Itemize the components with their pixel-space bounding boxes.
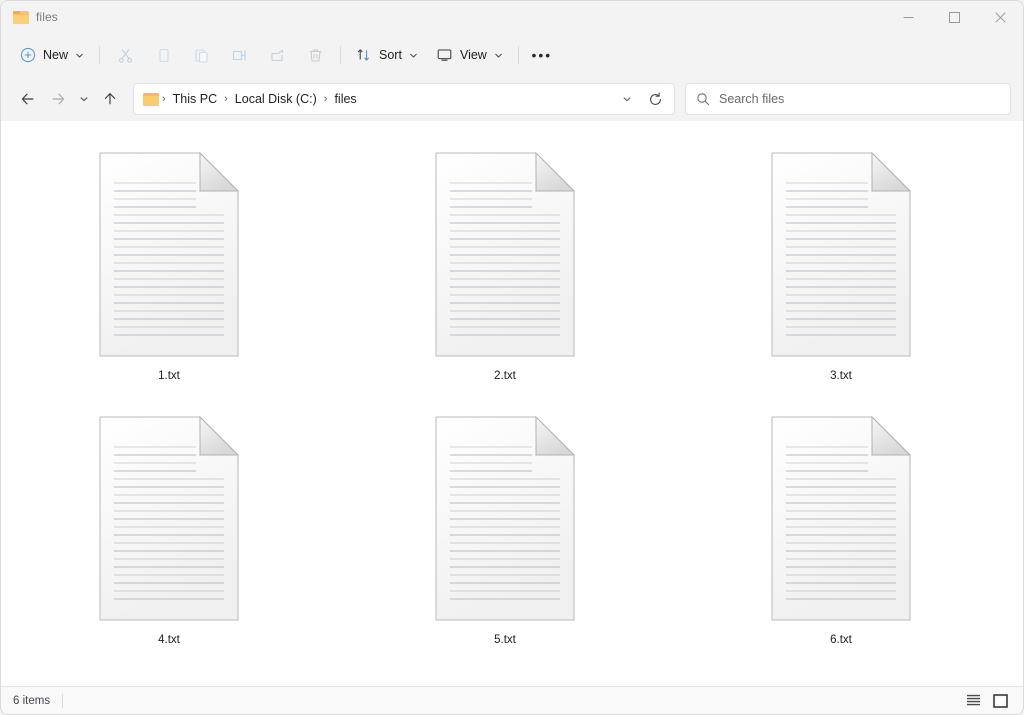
view-toggles	[962, 691, 1011, 711]
sort-button-label: Sort	[379, 48, 402, 62]
file-item[interactable]: 2.txt	[337, 139, 673, 403]
file-name-label: 6.txt	[830, 634, 852, 646]
view-button[interactable]: View	[427, 39, 512, 71]
search-icon	[697, 93, 710, 106]
folder-icon	[143, 92, 159, 106]
title-bar: files	[1, 1, 1023, 33]
file-list-area[interactable]: 1.txt 2.txt 3.txt 4.txt 5.txt 6.txt	[1, 121, 1023, 686]
file-name-label: 2.txt	[494, 370, 516, 382]
arrow-right-icon	[52, 93, 65, 105]
command-toolbar: New Sort View •••	[1, 33, 1023, 77]
folder-icon	[13, 10, 29, 24]
rename-button[interactable]	[220, 39, 258, 71]
file-grid: 1.txt 2.txt 3.txt 4.txt 5.txt 6.txt	[1, 121, 1023, 667]
arrow-left-icon	[21, 93, 34, 105]
file-icon-wrap	[426, 411, 584, 626]
text-file-icon	[771, 151, 912, 357]
file-icon-wrap	[426, 147, 584, 362]
close-button[interactable]	[977, 1, 1023, 33]
new-button-label: New	[43, 48, 69, 62]
list-details-icon	[966, 694, 980, 706]
view-button-label: View	[459, 48, 487, 62]
search-box[interactable]: Search files	[685, 83, 1011, 115]
see-more-button[interactable]: •••	[525, 39, 559, 71]
breadcrumb-separator: ›	[162, 93, 166, 105]
text-file-icon	[435, 151, 576, 357]
toolbar-divider	[99, 46, 101, 64]
cut-button[interactable]	[106, 39, 144, 71]
circle-plus-icon	[20, 47, 36, 63]
window-title: files	[36, 10, 58, 24]
file-explorer-window: files New Sort View ••• › This PC › Loca…	[0, 0, 1024, 715]
large-icons-view-toggle[interactable]	[989, 691, 1011, 711]
back-button[interactable]	[13, 84, 43, 114]
maximize-button[interactable]	[931, 1, 977, 33]
chevron-down-icon	[80, 97, 88, 102]
title-bar-left: files	[1, 10, 58, 24]
address-bar-actions	[614, 86, 668, 112]
new-button[interactable]: New	[11, 39, 93, 71]
breadcrumb-item-files[interactable]: files	[328, 88, 362, 110]
item-count-label: 6 items	[13, 694, 51, 707]
text-file-icon	[99, 415, 240, 621]
sort-button[interactable]: Sort	[347, 39, 427, 71]
file-name-label: 1.txt	[158, 370, 180, 382]
recent-locations-button[interactable]	[73, 84, 95, 114]
status-divider	[62, 693, 64, 708]
monitor-icon	[437, 49, 452, 61]
file-name-label: 5.txt	[494, 634, 516, 646]
address-row: › This PC › Local Disk (C:) › files Sear…	[1, 77, 1023, 121]
text-file-icon	[435, 415, 576, 621]
file-item[interactable]: 1.txt	[1, 139, 337, 403]
breadcrumb: › This PC › Local Disk (C:) › files	[143, 88, 614, 110]
breadcrumb-item-this-pc[interactable]: This PC	[167, 88, 223, 110]
search-input[interactable]: Search files	[719, 92, 784, 106]
status-bar: 6 items	[1, 686, 1023, 714]
refresh-icon	[649, 92, 661, 105]
share-button[interactable]	[258, 39, 296, 71]
file-item[interactable]: 5.txt	[337, 403, 673, 667]
trash-icon	[309, 48, 321, 62]
breadcrumb-separator: ›	[224, 93, 228, 105]
chevron-down-icon	[623, 97, 631, 102]
chevron-down-icon	[494, 53, 502, 58]
paste-button[interactable]	[182, 39, 220, 71]
file-icon-wrap	[762, 411, 920, 626]
minimize-button[interactable]	[885, 1, 931, 33]
window-controls	[885, 1, 1023, 33]
file-icon-wrap	[90, 411, 248, 626]
address-dropdown-button[interactable]	[614, 86, 640, 112]
file-name-label: 4.txt	[158, 634, 180, 646]
refresh-button[interactable]	[642, 86, 668, 112]
up-button[interactable]	[95, 84, 125, 114]
file-icon-wrap	[762, 147, 920, 362]
chevron-down-icon	[76, 53, 83, 58]
toolbar-divider-3	[517, 46, 519, 64]
address-bar[interactable]: › This PC › Local Disk (C:) › files	[133, 83, 675, 115]
file-item[interactable]: 3.txt	[673, 139, 1009, 403]
text-file-icon	[771, 415, 912, 621]
sort-arrows-icon	[357, 49, 370, 61]
file-item[interactable]: 4.txt	[1, 403, 337, 667]
delete-button[interactable]	[296, 39, 334, 71]
share-arrow-icon	[270, 49, 283, 61]
forward-button[interactable]	[43, 84, 73, 114]
toolbar-divider-2	[340, 46, 342, 64]
file-item[interactable]: 6.txt	[673, 403, 1009, 667]
large-icons-icon	[992, 693, 1008, 708]
copy-button[interactable]	[144, 39, 182, 71]
file-name-label: 3.txt	[830, 370, 852, 382]
file-icon-wrap	[90, 147, 248, 362]
arrow-up-icon	[104, 93, 116, 105]
breadcrumb-item-local-disk[interactable]: Local Disk (C:)	[229, 88, 323, 110]
rename-tag-icon	[232, 50, 246, 60]
scissors-icon	[118, 48, 132, 63]
details-view-toggle[interactable]	[962, 691, 984, 711]
text-file-icon	[99, 151, 240, 357]
copy-icon	[158, 48, 169, 62]
chevron-down-icon	[410, 53, 417, 58]
clipboard-paste-icon	[194, 48, 208, 63]
